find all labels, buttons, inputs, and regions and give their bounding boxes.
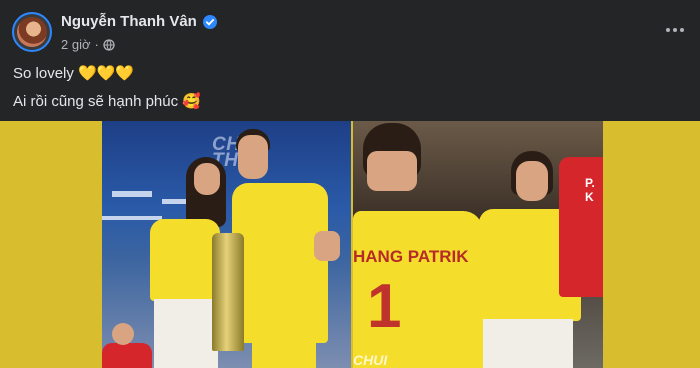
jersey-side-text: P. K: [585, 176, 595, 204]
post-text-line: Ai rồi cũng sẽ hạnh phúc 🥰: [13, 93, 201, 110]
post-text-line: So lovely 💛💛💛: [13, 65, 135, 82]
post-time[interactable]: 2 giờ: [61, 37, 91, 52]
jersey-number: 1: [367, 272, 402, 341]
avatar[interactable]: [12, 12, 52, 52]
author-name[interactable]: Nguyễn Thanh Vân: [61, 13, 197, 30]
more-options-icon[interactable]: [664, 20, 686, 40]
watermark-text: CHUI: [353, 352, 388, 368]
verified-badge-icon: [202, 14, 217, 29]
photo-right[interactable]: HANG PATRIK 1 P. K CHUI: [353, 121, 603, 368]
post-header: Nguyễn Thanh Vân 2 giờ ·: [0, 0, 700, 60]
post-media[interactable]: CHUI THUÉ HANG PATRIK 1 P. K CHUI: [0, 121, 700, 368]
photo-left[interactable]: CHUI THUÉ: [102, 121, 351, 368]
jersey-name: HANG PATRIK: [353, 247, 469, 266]
globe-icon: [103, 38, 115, 51]
